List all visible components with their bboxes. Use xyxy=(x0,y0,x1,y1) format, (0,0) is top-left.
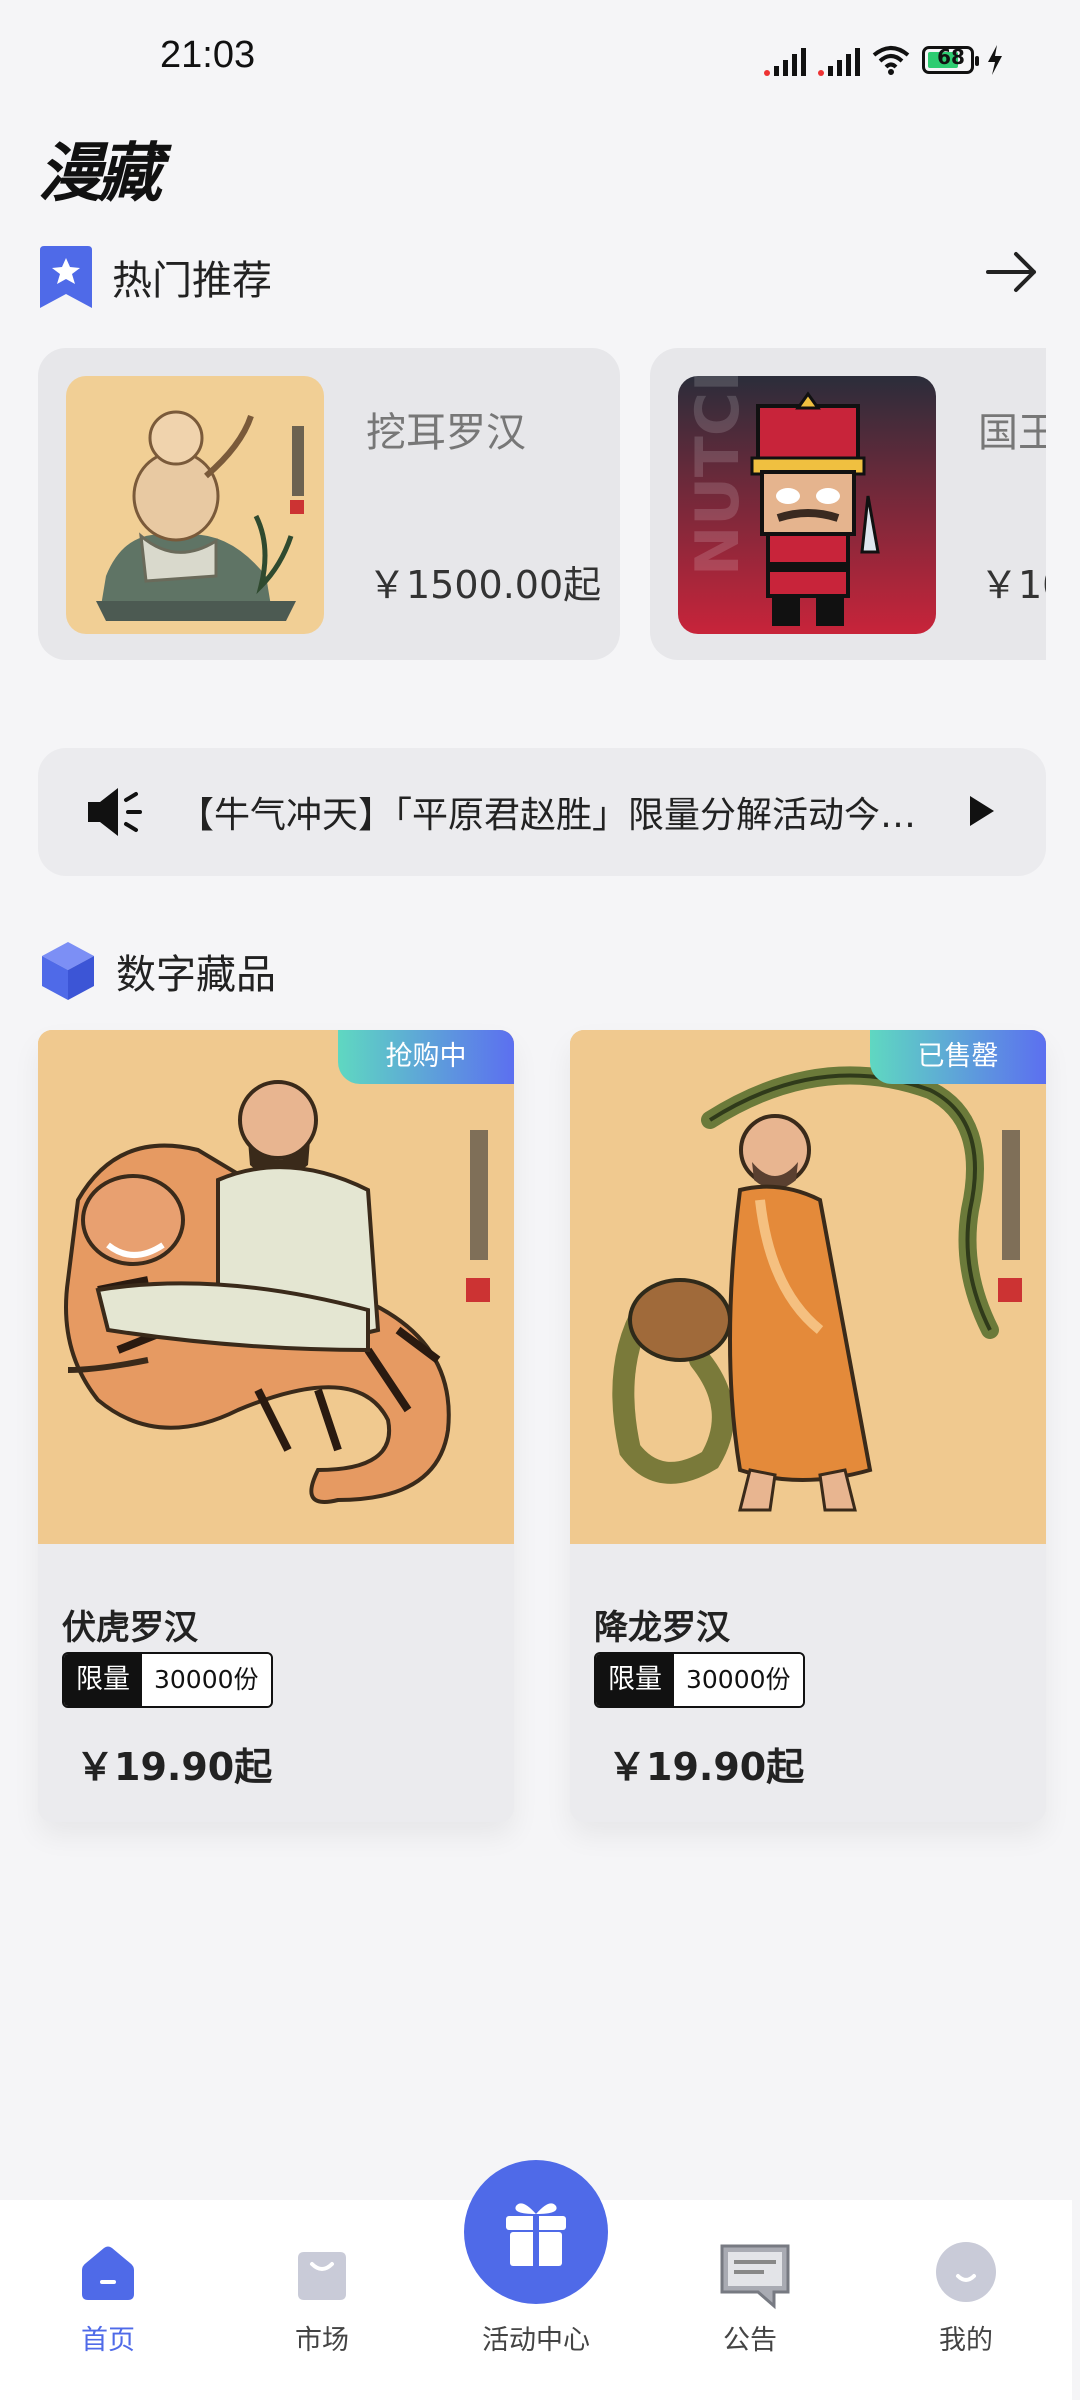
hot-carousel[interactable]: 挖耳罗汉 ￥1500.00起 NUTCRA 国王 ￥1 xyxy=(38,348,1046,660)
battery-level: 68 xyxy=(937,45,965,69)
nav-notice[interactable]: 公告 xyxy=(680,2240,820,2357)
nav-label: 公告 xyxy=(723,2325,777,2356)
collectible-price: ￥19.90起 xyxy=(608,1745,805,1789)
notice-text: 【牛气冲天】「平原君赵胜」限量分解活动今… xyxy=(178,795,917,836)
limit-label: 限量 xyxy=(64,1654,142,1706)
collectible-card[interactable]: 抢购中 伏虎罗汉 限量 30000份 ￥19.90起 xyxy=(38,1030,514,1822)
play-icon[interactable] xyxy=(968,794,996,828)
signal-icon xyxy=(818,44,860,76)
collectible-image xyxy=(38,1030,514,1544)
hot-card-price: ￥1500.00起 xyxy=(368,563,602,607)
message-icon xyxy=(718,2240,790,2310)
bookmark-star-icon xyxy=(40,246,92,308)
collectibles-section-header: 数字藏品 xyxy=(40,940,276,1002)
charging-icon xyxy=(988,45,1002,75)
home-screen: 21:03 68 漫藏 热门推荐 挖耳罗汉 ￥1500.00起 NUTCRA 国… xyxy=(0,0,1080,2400)
section-title: 数字藏品 xyxy=(116,952,276,998)
home-icon xyxy=(76,2240,140,2304)
collectible-card[interactable]: 已售罄 降龙罗汉 限量 30000份 ￥19.90起 xyxy=(570,1030,1046,1822)
hot-card-price: ￥10 xyxy=(980,563,1046,607)
wifi-icon xyxy=(872,46,910,75)
collectible-name: 降龙罗汉 xyxy=(594,1608,730,1648)
nav-label: 我的 xyxy=(939,2325,993,2356)
profile-icon xyxy=(934,2240,998,2304)
speaker-icon xyxy=(84,784,142,840)
hot-card-image xyxy=(66,376,324,634)
section-title: 热门推荐 xyxy=(112,258,272,304)
status-badge: 抢购中 xyxy=(338,1030,514,1084)
arrow-right-icon[interactable] xyxy=(984,250,1040,294)
status-badge: 已售罄 xyxy=(870,1030,1046,1084)
hot-section-header: 热门推荐 xyxy=(40,246,272,308)
limit-tag-group: 限量 30000份 xyxy=(62,1652,273,1708)
collectible-image xyxy=(570,1030,1046,1544)
nav-label: 市场 xyxy=(295,2325,349,2356)
battery-icon: 68 xyxy=(922,45,979,74)
bag-icon xyxy=(290,2240,354,2304)
gift-icon xyxy=(506,2203,566,2266)
hot-card[interactable]: 挖耳罗汉 ￥1500.00起 xyxy=(38,348,620,660)
app-logo: 漫藏 xyxy=(38,137,162,211)
cube-icon xyxy=(40,940,96,1002)
limit-count: 30000份 xyxy=(142,1654,271,1706)
hot-card-image: NUTCRA xyxy=(678,376,936,634)
activity-center-button[interactable] xyxy=(464,2160,608,2304)
collectible-price: ￥19.90起 xyxy=(76,1745,273,1789)
status-time: 21:03 xyxy=(160,34,256,76)
hot-card-name: 挖耳罗汉 xyxy=(366,410,526,456)
nav-market[interactable]: 市场 xyxy=(252,2240,392,2357)
nav-label: 首页 xyxy=(81,2325,135,2356)
limit-count: 30000份 xyxy=(674,1654,803,1706)
hot-card-name: 国王 xyxy=(978,410,1046,456)
svg-text:NUTCRA: NUTCRA xyxy=(683,376,753,576)
nav-home[interactable]: 首页 xyxy=(38,2240,178,2357)
signal-icon xyxy=(764,44,806,76)
notice-bar[interactable]: 【牛气冲天】「平原君赵胜」限量分解活动今… xyxy=(38,748,1046,876)
status-icons: 68 xyxy=(764,40,1004,80)
status-bar: 21:03 68 xyxy=(0,0,1080,120)
collectible-name: 伏虎罗汉 xyxy=(62,1608,198,1648)
hot-card[interactable]: NUTCRA 国王 ￥10 xyxy=(650,348,1046,660)
limit-label: 限量 xyxy=(596,1654,674,1706)
nav-label: 活动中心 xyxy=(482,2325,590,2356)
nav-profile[interactable]: 我的 xyxy=(896,2240,1036,2357)
limit-tag-group: 限量 30000份 xyxy=(594,1652,805,1708)
